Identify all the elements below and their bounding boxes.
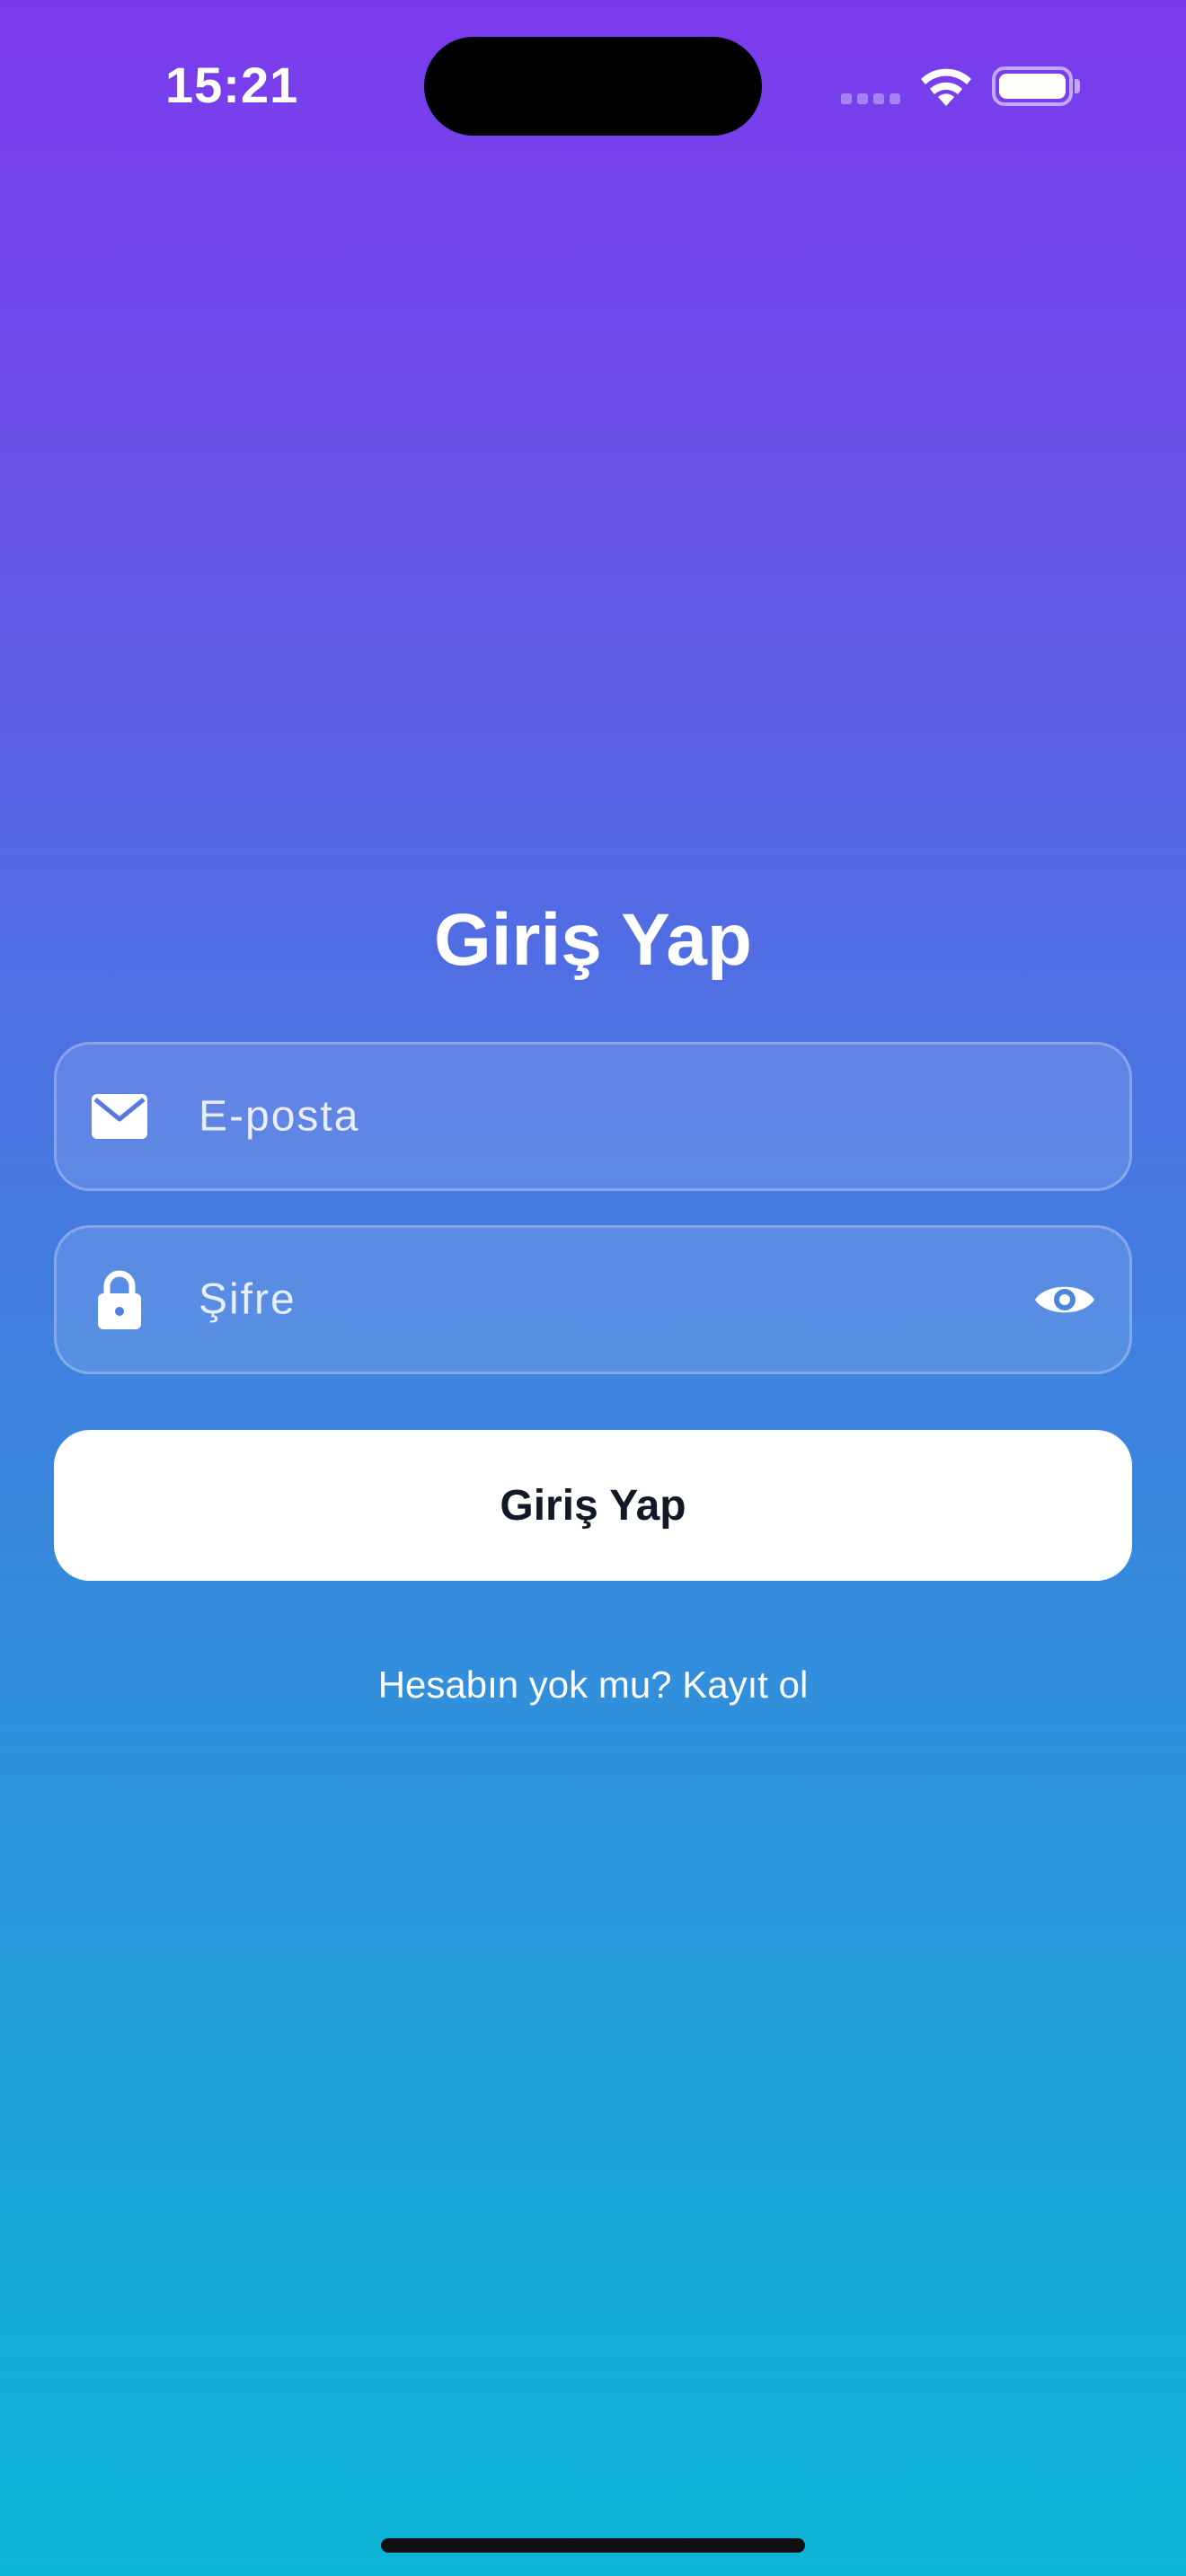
home-indicator [381,2538,805,2553]
register-link[interactable]: Hesabın yok mu? Kayıt ol [0,1663,1186,1707]
status-time: 15:21 [165,57,299,113]
signal-icon [841,93,900,104]
eye-icon[interactable] [1032,1275,1097,1325]
email-placeholder: E-posta [199,1092,360,1141]
page-title: Giriş Yap [433,899,753,981]
battery-cap [1075,79,1080,93]
lock-icon [91,1270,148,1329]
wifi-icon [921,68,971,106]
dynamic-island [424,37,762,136]
email-field[interactable]: E-posta [54,1042,1132,1191]
battery-icon [992,66,1073,106]
login-button[interactable]: Giriş Yap [54,1430,1132,1581]
password-field[interactable]: Şifre [54,1225,1132,1374]
mail-icon [91,1088,148,1145]
password-placeholder: Şifre [199,1275,296,1324]
